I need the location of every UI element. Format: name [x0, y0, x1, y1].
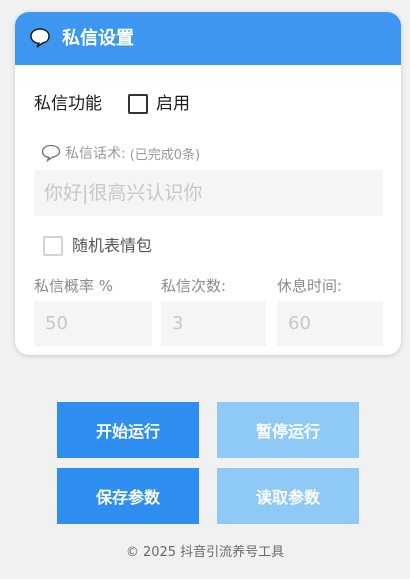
speech-bubble-icon [30, 28, 50, 48]
save-params-button[interactable]: 保存参数 [57, 468, 199, 524]
load-params-button[interactable]: 读取参数 [217, 468, 359, 524]
start-button[interactable]: 开始运行 [57, 402, 199, 458]
rest-input[interactable]: 60 [277, 301, 383, 346]
footer-copyright: © 2025 抖音引流养号工具 [125, 545, 285, 560]
times-label: 私信次数: [161, 277, 227, 295]
rate-label: 私信概率 % [34, 277, 114, 295]
rest-label: 休息时间: [277, 277, 343, 295]
enable-checkbox-label[interactable]: 启用 [156, 92, 190, 116]
script-input[interactable]: 你好|很高兴认识你 [34, 170, 383, 216]
random-emoji-checkbox[interactable] [43, 236, 63, 256]
private-message-settings-card: 私信设置 私信功能 启用 私信话术: (已完成0条) 你好|很高兴认识你 随机表… [15, 12, 401, 355]
enable-checkbox[interactable] [128, 94, 148, 114]
feature-row: 私信功能 [34, 92, 102, 116]
feature-label: 私信功能 [34, 94, 102, 114]
rate-input[interactable]: 50 [34, 301, 152, 346]
pause-button[interactable]: 暂停运行 [217, 402, 359, 458]
card-header: 私信设置 [15, 12, 401, 65]
random-emoji-label[interactable]: 随机表情包 [72, 235, 152, 257]
script-completed-count: (已完成0条) [129, 147, 201, 163]
speech-bubble-icon [41, 144, 61, 162]
script-label: 私信话术: [65, 146, 126, 162]
times-input[interactable]: 3 [161, 301, 266, 346]
card-title: 私信设置 [62, 28, 134, 49]
script-label-row: 私信话术: (已完成0条) [41, 142, 200, 164]
